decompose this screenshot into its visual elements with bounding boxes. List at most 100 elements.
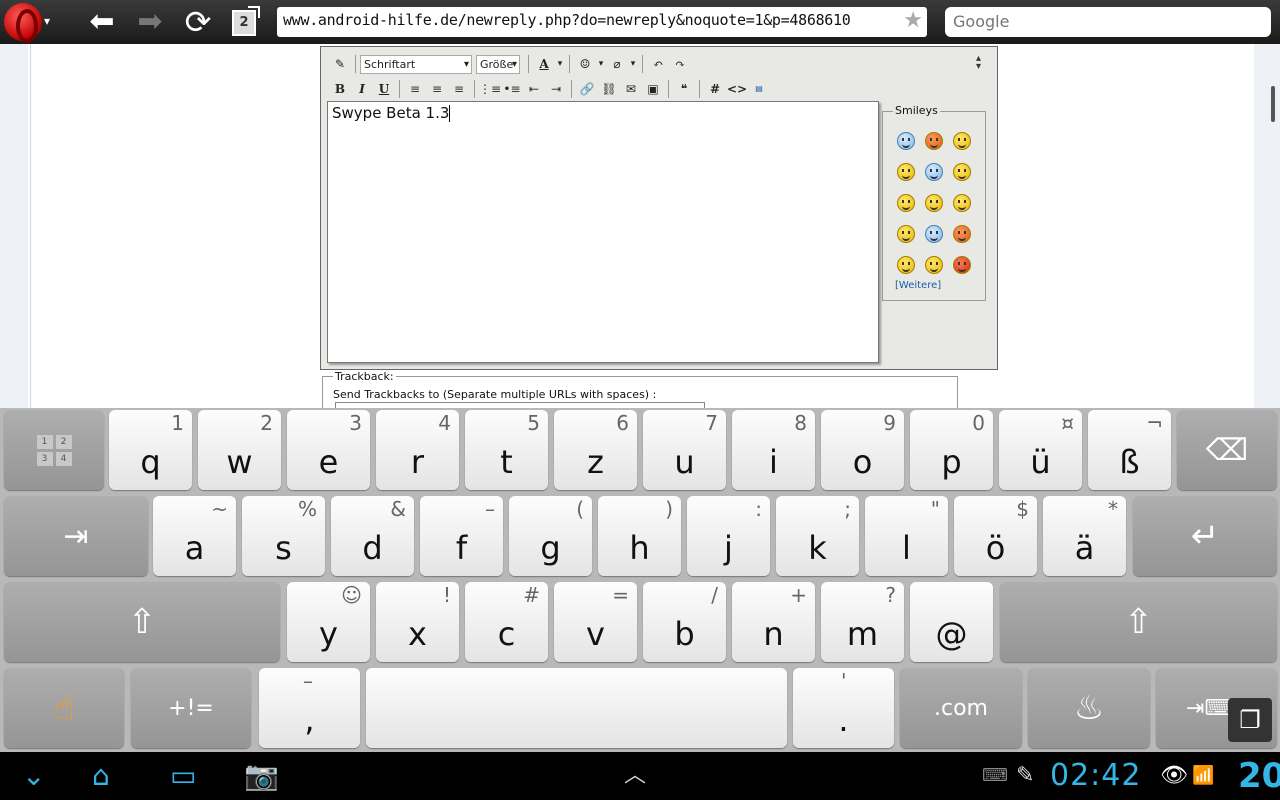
smiley-cold-icon[interactable] <box>925 163 943 181</box>
attachment-icon[interactable]: ⌀ <box>606 54 628 74</box>
smiley-drool-icon[interactable] <box>925 225 943 243</box>
comma-key[interactable]: – , <box>259 668 360 748</box>
smiley-scream-icon[interactable] <box>897 225 915 243</box>
recent-apps-icon[interactable]: ▭ <box>170 758 196 794</box>
bold-icon[interactable]: B <box>329 79 351 99</box>
smiley-unsure-icon[interactable] <box>897 194 915 212</box>
shift-left-key[interactable]: ⇧ <box>4 582 280 662</box>
chevron-down-icon[interactable]: ▾ <box>555 54 565 74</box>
opera-menu-icon[interactable] <box>4 3 42 43</box>
key-g[interactable]: (g <box>509 496 592 576</box>
key-u[interactable]: 7u <box>643 410 726 490</box>
key-ä[interactable]: * ä <box>1043 496 1126 576</box>
smiley-sad-icon[interactable] <box>897 132 915 150</box>
indent-icon[interactable]: ⇥ <box>545 79 567 99</box>
dotcom-key[interactable]: .com <box>900 668 1022 748</box>
key-p[interactable]: 0p <box>910 410 993 490</box>
align-center-icon[interactable]: ≡ <box>426 79 448 99</box>
key-ß[interactable]: ¬ ß <box>1088 410 1171 490</box>
outdent-icon[interactable]: ⇤ <box>523 79 545 99</box>
redo-icon[interactable]: ↷ <box>669 54 691 74</box>
key-ö[interactable]: $ ö <box>954 496 1037 576</box>
underline-icon[interactable]: U <box>373 79 395 99</box>
ordered-list-icon[interactable]: ⋮≡ <box>479 79 501 99</box>
php-code-icon[interactable]: ▤ <box>748 79 770 99</box>
key-i[interactable]: 8i <box>732 410 815 490</box>
smiley-mad-icon[interactable] <box>953 225 971 243</box>
home-icon[interactable]: ⌂ <box>92 758 110 794</box>
remove-link-icon[interactable]: ⛓ <box>598 79 620 99</box>
enter-key[interactable]: ↵ <box>1133 496 1277 576</box>
key-y[interactable]: ☺ y <box>287 582 370 662</box>
key-e[interactable]: 3e <box>287 410 370 490</box>
smiley-confused-icon[interactable] <box>897 163 915 181</box>
smiley-cool-icon[interactable] <box>897 256 915 274</box>
hashtag-icon[interactable]: # <box>704 79 726 99</box>
key-w[interactable]: 2w <box>198 410 281 490</box>
key-t[interactable]: 5t <box>465 410 548 490</box>
smiley-angry-icon[interactable] <box>953 194 971 212</box>
backspace-key[interactable]: ⌫ <box>1177 410 1277 490</box>
smiley-neutral-icon[interactable] <box>925 256 943 274</box>
back-arrow-icon[interactable]: ⬅ <box>84 4 120 40</box>
key-o[interactable]: 9o <box>821 410 904 490</box>
key-r[interactable]: 4r <box>376 410 459 490</box>
back-chevron-icon[interactable]: ⌄ <box>22 758 45 794</box>
chevron-up-icon[interactable]: ︿ <box>624 758 646 794</box>
key-d[interactable]: & d <box>331 496 414 576</box>
key-f[interactable]: – f <box>420 496 503 576</box>
search-input[interactable] <box>953 7 1253 35</box>
align-left-icon[interactable]: ≡ <box>404 79 426 99</box>
text-color-icon[interactable]: A <box>533 54 555 74</box>
chevron-down-icon[interactable]: ▾ <box>44 14 50 28</box>
key-x[interactable]: ! x <box>376 582 459 662</box>
key-@[interactable]: @ <box>910 582 993 662</box>
chevron-down-icon[interactable]: ▾ <box>596 54 606 74</box>
smiley-icon[interactable]: ☺ <box>574 54 596 74</box>
undo-icon[interactable]: ↶ <box>647 54 669 74</box>
page-scrollbar[interactable] <box>1271 86 1275 122</box>
dragon-voice-key[interactable]: ♨ <box>1028 668 1150 748</box>
key-k[interactable]: ; k <box>776 496 859 576</box>
numpad-key[interactable]: 1 2 3 4 <box>4 410 104 490</box>
key-ü[interactable]: ¤ ü <box>999 410 1082 490</box>
key-c[interactable]: # c <box>465 582 548 662</box>
search-box[interactable] <box>945 7 1271 37</box>
remove-format-icon[interactable]: ✎ <box>329 54 351 74</box>
tab-count-button[interactable]: 2 <box>232 6 260 36</box>
key-s[interactable]: % s <box>242 496 325 576</box>
quote-icon[interactable]: ❝ <box>673 79 695 99</box>
tab-key[interactable]: ⇥ <box>4 496 148 576</box>
bookmark-star-icon[interactable]: ★ <box>903 8 923 33</box>
space-key[interactable] <box>366 668 787 748</box>
period-key[interactable]: ' . <box>793 668 894 748</box>
smiley-happy-icon[interactable] <box>953 132 971 150</box>
italic-icon[interactable]: I <box>351 79 373 99</box>
key-q[interactable]: 1q <box>109 410 192 490</box>
symbols-key[interactable]: +!= <box>131 668 251 748</box>
key-j[interactable]: :j <box>687 496 770 576</box>
chevron-down-icon[interactable]: ▾ <box>628 54 638 74</box>
key-h[interactable]: ) h <box>598 496 681 576</box>
key-b[interactable]: / b <box>643 582 726 662</box>
key-z[interactable]: 6z <box>554 410 637 490</box>
font-family-select[interactable]: Schriftart <box>360 54 472 74</box>
align-right-icon[interactable]: ≡ <box>448 79 470 99</box>
collapse-toolbar-icon[interactable]: ▴ ▾ <box>976 54 981 72</box>
smiley-rage-icon[interactable] <box>953 256 971 274</box>
key-v[interactable]: = v <box>554 582 637 662</box>
smiley-laugh-icon[interactable] <box>925 132 943 150</box>
unordered-list-icon[interactable]: •≡ <box>501 79 523 99</box>
camera-icon[interactable]: 📷 <box>244 758 279 794</box>
reload-icon[interactable]: ⟳ <box>180 4 216 40</box>
key-a[interactable]: ~ a <box>153 496 236 576</box>
code-icon[interactable]: <> <box>726 79 748 99</box>
insert-email-icon[interactable]: ✉ <box>620 79 642 99</box>
shift-right-key[interactable]: ⇧ <box>1000 582 1277 662</box>
key-l[interactable]: " l <box>865 496 948 576</box>
font-size-select[interactable]: Größe <box>476 54 520 74</box>
more-smileys-link[interactable]: [Weitere] <box>895 280 941 291</box>
address-bar[interactable]: www.android-hilfe.de/newreply.php?do=new… <box>277 7 927 37</box>
insert-image-icon[interactable]: ▣ <box>642 79 664 99</box>
smiley-shock-icon[interactable] <box>925 194 943 212</box>
